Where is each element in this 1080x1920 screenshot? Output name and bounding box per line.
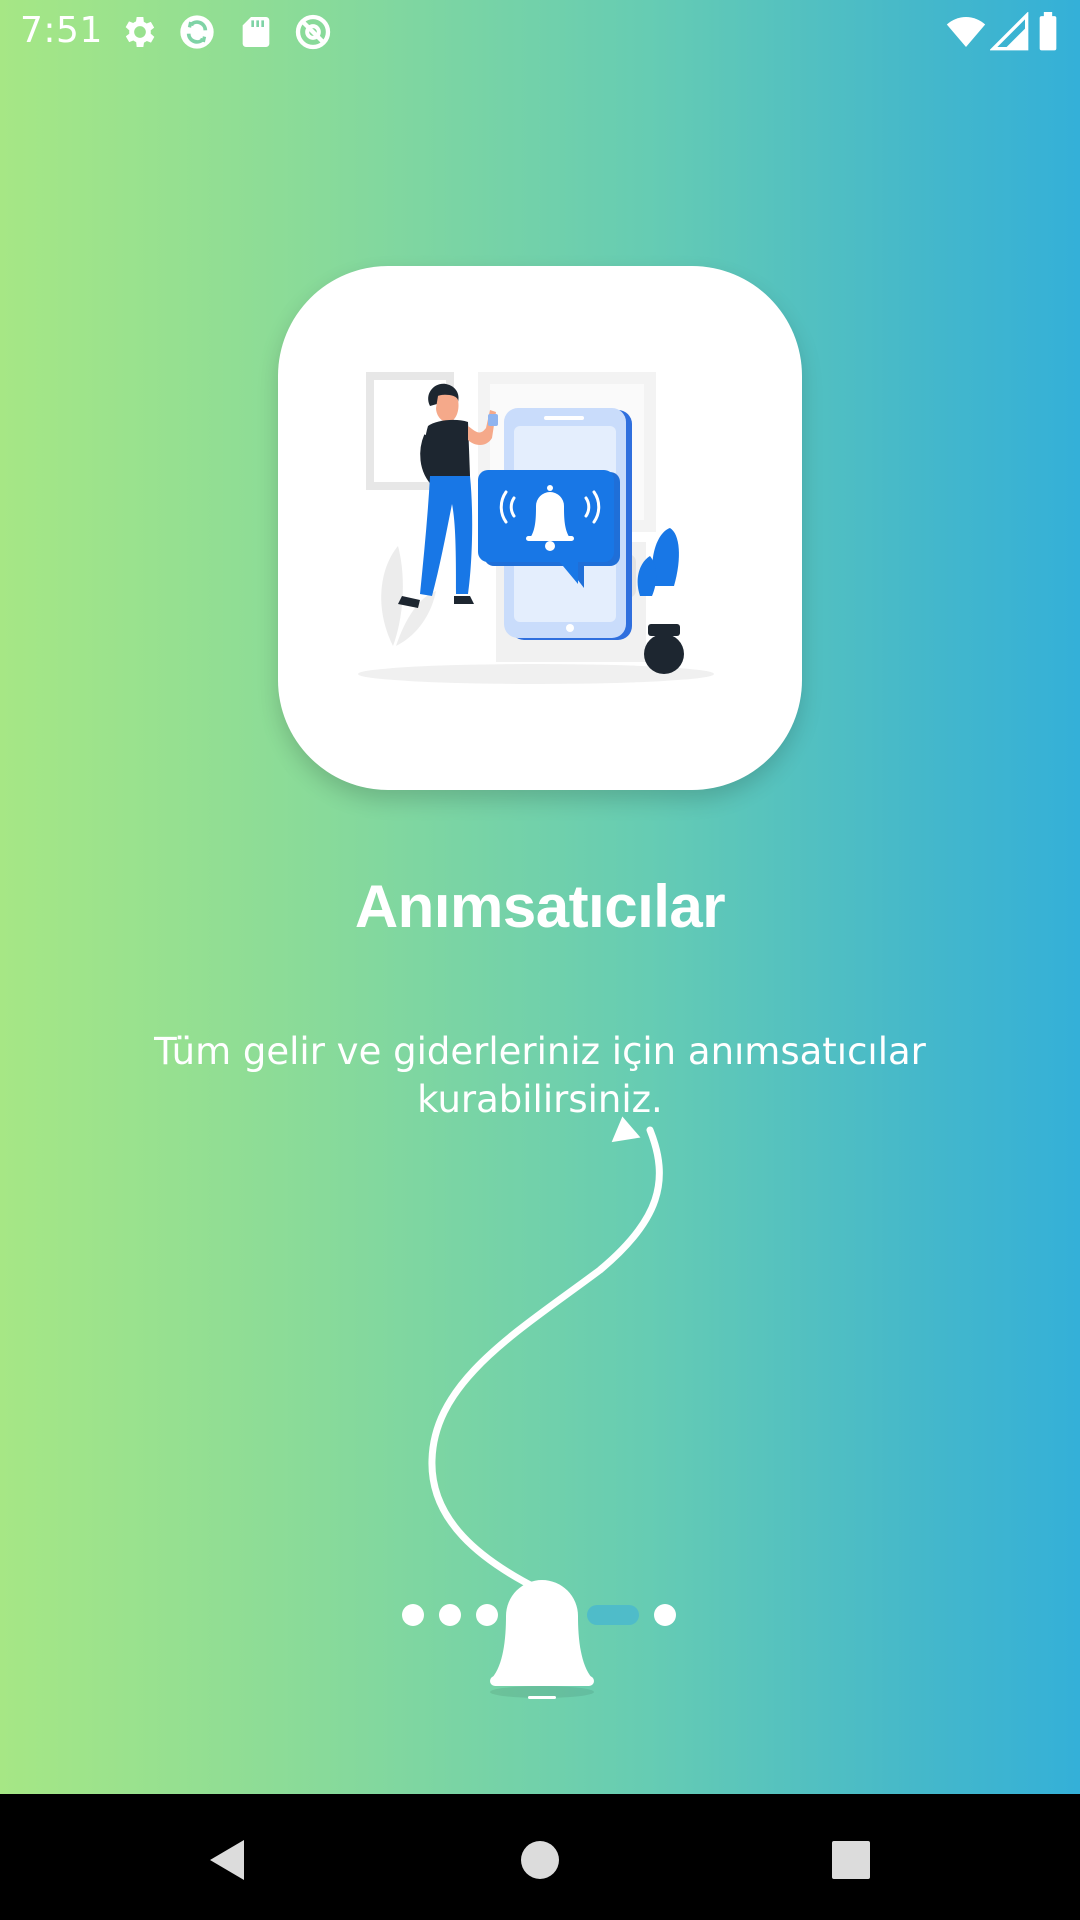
gear-icon xyxy=(120,12,160,52)
page-dot-5[interactable] xyxy=(654,1604,676,1626)
wifi-icon xyxy=(944,12,988,52)
page-dot-3[interactable] xyxy=(476,1604,498,1626)
battery-icon xyxy=(1036,12,1060,52)
page-dot-active[interactable] xyxy=(587,1605,639,1625)
person-phone-notification-illustration xyxy=(358,372,714,684)
navigation-bar xyxy=(0,1794,1080,1920)
sd-card-icon xyxy=(236,12,276,52)
page-dot-2[interactable] xyxy=(439,1604,461,1626)
illustration-card xyxy=(278,266,802,790)
status-bar: 7:51 xyxy=(0,0,1080,63)
sync-icon xyxy=(177,12,217,52)
cell-signal-icon xyxy=(990,12,1030,52)
page-dot-1[interactable] xyxy=(402,1604,424,1626)
page-description: Tüm gelir ve giderleriniz için anımsatıc… xyxy=(154,1030,926,1121)
home-icon[interactable] xyxy=(504,1822,576,1894)
bell-icon xyxy=(490,1580,594,1699)
page-title: Anımsatıcılar xyxy=(354,873,726,940)
back-icon[interactable] xyxy=(190,1822,262,1894)
at-sign-icon xyxy=(293,12,333,52)
recents-icon[interactable] xyxy=(815,1822,887,1894)
onboarding-screen: 7:51 Anımsatıcılar Tüm gelir ve giderler… xyxy=(0,0,1080,1794)
status-time: 7:51 xyxy=(20,10,103,51)
